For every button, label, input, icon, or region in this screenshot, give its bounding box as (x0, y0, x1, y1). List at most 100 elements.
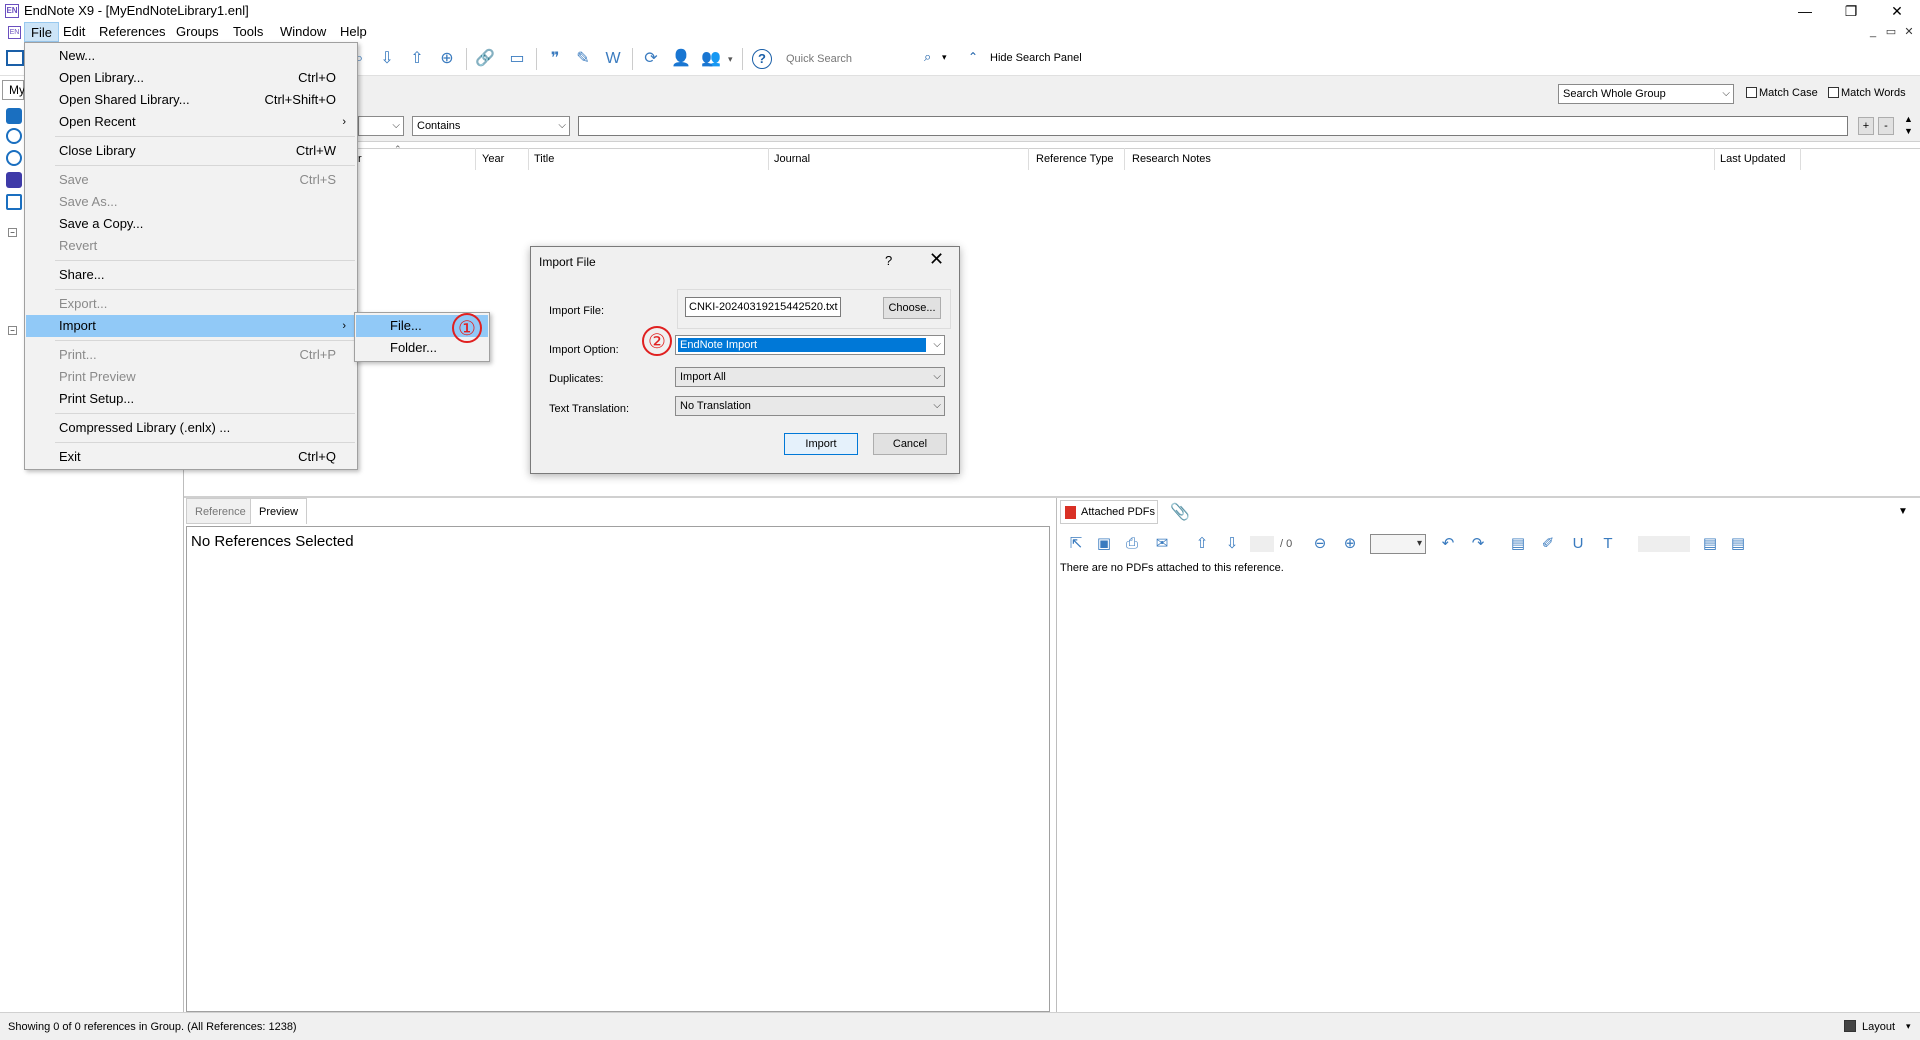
export-icon[interactable]: ⇧ (406, 48, 428, 70)
mdi-close-button[interactable]: ✕ (1898, 24, 1920, 40)
print-icon[interactable]: ⎙ (1120, 532, 1144, 556)
collapse-group-icon[interactable]: − (8, 326, 17, 335)
open-link-icon[interactable]: 🔗 (474, 48, 496, 70)
layout-button[interactable]: Layout (1862, 1021, 1895, 1033)
quick-search-input[interactable]: Quick Search (786, 50, 926, 68)
import-icon[interactable]: ⇩ (376, 48, 398, 70)
unfiled-icon[interactable] (6, 172, 22, 188)
duplicates-select[interactable]: Import All ⌵ (675, 367, 945, 387)
zoom-in-icon[interactable]: ⊕ (1338, 532, 1362, 556)
condition-select[interactable]: Contains ⌵ (412, 116, 570, 136)
search-options-chevron-icon[interactable]: ▾ (942, 52, 947, 63)
note-icon[interactable]: ▤ (1506, 532, 1530, 556)
minimize-button[interactable]: — (1782, 0, 1828, 22)
restore-button[interactable]: ❐ (1828, 0, 1874, 22)
column-header-research-notes[interactable]: Research Notes (1132, 150, 1211, 168)
paperclip-icon[interactable]: 📎 (1170, 502, 1190, 522)
remove-condition-button[interactable]: - (1878, 117, 1894, 135)
menu-item-close-library[interactable]: Close Library Ctrl+W (26, 140, 356, 162)
zoom-select[interactable]: ▾ (1370, 534, 1426, 554)
document-icon[interactable]: EN (8, 26, 21, 39)
menu-file[interactable]: File (24, 22, 59, 42)
collapse-group-icon[interactable]: − (8, 228, 17, 237)
trash-icon[interactable] (6, 194, 22, 210)
menu-item-save-a-copy[interactable]: Save a Copy... (26, 213, 356, 235)
word-icon[interactable]: W (602, 48, 624, 70)
column-header-last-updated[interactable]: Last Updated (1720, 150, 1785, 168)
menu-groups[interactable]: Groups (170, 22, 225, 42)
open-file-icon[interactable]: ▭ (506, 48, 528, 70)
add-condition-button[interactable]: + (1858, 117, 1874, 135)
scroll-down-icon[interactable]: ▼ (1904, 126, 1913, 136)
menu-edit[interactable]: Edit (57, 22, 91, 42)
menu-tools[interactable]: Tools (227, 22, 269, 42)
zoom-out-icon[interactable]: ⊖ (1308, 532, 1332, 556)
column-header-title[interactable]: Title (534, 150, 554, 168)
text-translation-select[interactable]: No Translation ⌵ (675, 396, 945, 416)
column-header-reference-type[interactable]: Reference Type (1036, 150, 1113, 168)
find-next-icon[interactable]: ▤ (1726, 532, 1750, 556)
layout-icon[interactable] (1844, 1020, 1856, 1032)
help-icon[interactable]: ? (752, 49, 772, 69)
previous-page-icon[interactable]: ⇧ (1190, 532, 1214, 556)
menu-help[interactable]: Help (334, 22, 373, 42)
underline-icon[interactable]: U (1566, 532, 1590, 556)
match-words-checkbox[interactable]: Match Words (1828, 86, 1906, 100)
sync-status-icon[interactable] (6, 128, 22, 144)
share-group-icon[interactable]: 👥 (700, 48, 722, 70)
import-button[interactable]: Import (784, 433, 858, 455)
column-header-journal[interactable]: Journal (774, 150, 810, 168)
library-view-icon[interactable] (6, 50, 24, 66)
panel-menu-chevron-icon[interactable]: ▼ (1898, 506, 1908, 517)
layout-chevron-icon[interactable]: ▾ (1906, 1021, 1911, 1032)
rotate-right-icon[interactable]: ↷ (1466, 532, 1490, 556)
page-number-input[interactable] (1250, 536, 1274, 552)
all-references-icon[interactable] (6, 108, 22, 124)
email-icon[interactable]: ✉ (1150, 532, 1174, 556)
match-case-checkbox[interactable]: Match Case (1746, 86, 1818, 100)
column-header-author[interactable]: r (358, 150, 362, 168)
rotate-left-icon[interactable]: ↶ (1436, 532, 1460, 556)
search-icon[interactable]: ⌕ (924, 49, 931, 65)
next-page-icon[interactable]: ⇩ (1220, 532, 1244, 556)
find-fulltext-icon[interactable]: ⊕ (436, 48, 458, 70)
search-term-input[interactable] (578, 116, 1848, 136)
close-window-button[interactable]: ✕ (1874, 0, 1920, 22)
save-icon[interactable]: ▣ (1092, 532, 1116, 556)
recently-added-icon[interactable] (6, 150, 22, 166)
menu-item-print-setup[interactable]: Print Setup... (26, 388, 356, 410)
library-tab[interactable]: My (2, 80, 25, 100)
import-file-field[interactable]: CNKI-20240319215442520.txt (685, 297, 841, 317)
collapse-up-icon[interactable]: ⌃ (968, 50, 978, 64)
menu-item-import[interactable]: Import › (26, 315, 356, 337)
open-pdf-icon[interactable]: ⇱ (1064, 532, 1088, 556)
tab-reference[interactable]: Reference (186, 498, 255, 524)
hide-search-panel-button[interactable]: Hide Search Panel (990, 52, 1082, 64)
menu-item-open-library[interactable]: Open Library... Ctrl+O (26, 67, 356, 89)
chevron-down-icon[interactable]: ▾ (728, 54, 733, 65)
menu-window[interactable]: Window (274, 22, 332, 42)
dialog-help-button[interactable]: ? (885, 253, 892, 268)
insert-citation-icon[interactable]: ❞ (544, 48, 566, 70)
share-library-icon[interactable]: 👤 (670, 48, 692, 70)
find-in-pdf-input[interactable] (1638, 536, 1690, 552)
dialog-close-button[interactable]: ✕ (929, 249, 944, 270)
cancel-button[interactable]: Cancel (873, 433, 947, 455)
field-select[interactable]: ⌵ (358, 116, 404, 136)
menu-item-compressed-library[interactable]: Compressed Library (.enlx) ... (26, 417, 356, 439)
menu-item-open-recent[interactable]: Open Recent › (26, 111, 356, 133)
sync-icon[interactable]: ⟳ (640, 48, 662, 70)
choose-button[interactable]: Choose... (883, 297, 941, 319)
find-previous-icon[interactable]: ▤ (1698, 532, 1722, 556)
strikethrough-icon[interactable]: T (1596, 532, 1620, 556)
import-option-select[interactable]: EndNote Import ⌵ (675, 335, 945, 355)
format-paper-icon[interactable]: ✎ (572, 48, 594, 70)
menu-item-open-shared-library[interactable]: Open Shared Library... Ctrl+Shift+O (26, 89, 356, 111)
scroll-up-icon[interactable]: ▲ (1904, 114, 1913, 124)
highlight-icon[interactable]: ✐ (1536, 532, 1560, 556)
menu-references[interactable]: References (93, 22, 171, 42)
menu-item-new[interactable]: New... (26, 45, 356, 67)
menu-item-exit[interactable]: Exit Ctrl+Q (26, 446, 356, 468)
search-scope-select[interactable]: Search Whole Group ⌵ (1558, 84, 1734, 104)
tab-preview[interactable]: Preview (250, 498, 308, 524)
